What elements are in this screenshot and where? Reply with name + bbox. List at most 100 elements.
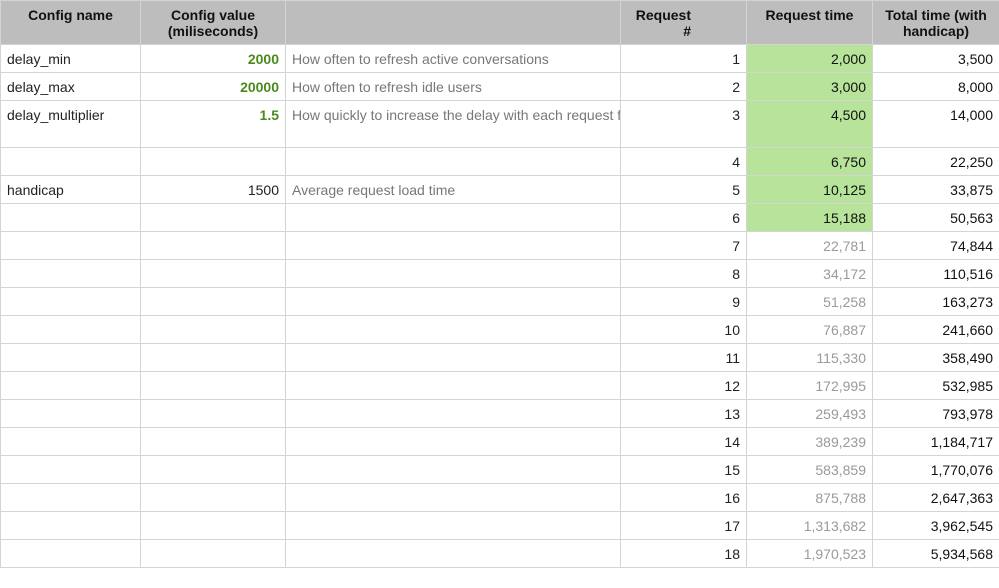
cell-request-num[interactable]: 5 (620, 175, 747, 204)
cell-config-name[interactable]: handicap (0, 175, 141, 204)
cell-config-value[interactable]: 1.5 (140, 100, 286, 148)
cell-request-num[interactable]: 3 (620, 100, 747, 148)
cell-config-value[interactable] (140, 371, 286, 400)
cell-config-name[interactable] (0, 287, 141, 316)
cell-config-value[interactable] (140, 539, 286, 568)
cell-request-num[interactable]: 2 (620, 72, 747, 101)
cell-request-num[interactable]: 9 (620, 287, 747, 316)
cell-total-time[interactable]: 358,490 (872, 343, 999, 372)
cell-request-time[interactable]: 51,258 (746, 287, 873, 316)
cell-request-time[interactable]: 10,125 (746, 175, 873, 204)
cell-request-time[interactable]: 15,188 (746, 203, 873, 232)
cell-total-time[interactable]: 3,500 (872, 44, 999, 73)
cell-config-name[interactable] (0, 259, 141, 288)
cell-description[interactable] (285, 343, 621, 372)
cell-total-time[interactable]: 1,184,717 (872, 427, 999, 456)
cell-request-num[interactable]: 6 (620, 203, 747, 232)
cell-config-value[interactable] (140, 399, 286, 428)
cell-request-time[interactable]: 4,500 (746, 100, 873, 148)
cell-request-time[interactable]: 259,493 (746, 399, 873, 428)
cell-total-time[interactable]: 241,660 (872, 315, 999, 344)
cell-config-value[interactable] (140, 203, 286, 232)
cell-request-time[interactable]: 583,859 (746, 455, 873, 484)
cell-request-time[interactable]: 22,781 (746, 231, 873, 260)
cell-request-num[interactable]: 12 (620, 371, 747, 400)
cell-config-name[interactable]: delay_multiplier (0, 100, 141, 148)
cell-request-time[interactable]: 1,313,682 (746, 511, 873, 540)
cell-config-name[interactable] (0, 483, 141, 512)
cell-request-num[interactable]: 10 (620, 315, 747, 344)
cell-request-num[interactable]: 17 (620, 511, 747, 540)
cell-description[interactable] (285, 427, 621, 456)
cell-description[interactable] (285, 511, 621, 540)
cell-config-name[interactable] (0, 511, 141, 540)
cell-request-time[interactable]: 389,239 (746, 427, 873, 456)
cell-description[interactable]: How often to refresh active conversation… (285, 44, 621, 73)
cell-request-num[interactable]: 1 (620, 44, 747, 73)
cell-config-value[interactable] (140, 343, 286, 372)
cell-total-time[interactable]: 1,770,076 (872, 455, 999, 484)
cell-config-name[interactable] (0, 399, 141, 428)
cell-request-num[interactable]: 4 (620, 147, 747, 176)
cell-request-num[interactable]: 16 (620, 483, 747, 512)
cell-total-time[interactable]: 5,934,568 (872, 539, 999, 568)
header-request-time[interactable]: Request time (746, 0, 873, 45)
cell-total-time[interactable]: 33,875 (872, 175, 999, 204)
cell-config-value[interactable]: 20000 (140, 72, 286, 101)
cell-total-time[interactable]: 50,563 (872, 203, 999, 232)
header-request-num[interactable]: Request # (620, 0, 747, 45)
cell-description[interactable] (285, 315, 621, 344)
cell-config-value[interactable]: 1500 (140, 175, 286, 204)
cell-config-value[interactable] (140, 483, 286, 512)
cell-config-name[interactable] (0, 147, 141, 176)
cell-request-num[interactable]: 11 (620, 343, 747, 372)
cell-description[interactable] (285, 371, 621, 400)
cell-description[interactable] (285, 287, 621, 316)
cell-description[interactable]: How often to refresh idle users (285, 72, 621, 101)
cell-request-time[interactable]: 6,750 (746, 147, 873, 176)
cell-request-time[interactable]: 172,995 (746, 371, 873, 400)
cell-request-time[interactable]: 3,000 (746, 72, 873, 101)
cell-config-value[interactable] (140, 455, 286, 484)
cell-request-time[interactable]: 1,970,523 (746, 539, 873, 568)
cell-config-value[interactable] (140, 315, 286, 344)
cell-request-time[interactable]: 34,172 (746, 259, 873, 288)
cell-request-time[interactable]: 2,000 (746, 44, 873, 73)
cell-total-time[interactable]: 163,273 (872, 287, 999, 316)
cell-config-name[interactable] (0, 455, 141, 484)
cell-description[interactable] (285, 483, 621, 512)
cell-config-value[interactable] (140, 511, 286, 540)
cell-total-time[interactable]: 22,250 (872, 147, 999, 176)
cell-request-num[interactable]: 8 (620, 259, 747, 288)
header-total-time[interactable]: Total time (with handicap) (872, 0, 999, 45)
cell-request-num[interactable]: 14 (620, 427, 747, 456)
cell-total-time[interactable]: 8,000 (872, 72, 999, 101)
cell-config-name[interactable] (0, 539, 141, 568)
cell-description[interactable] (285, 539, 621, 568)
cell-config-name[interactable] (0, 231, 141, 260)
cell-config-value[interactable] (140, 259, 286, 288)
cell-request-time[interactable]: 875,788 (746, 483, 873, 512)
header-description[interactable] (285, 0, 621, 45)
cell-total-time[interactable]: 2,647,363 (872, 483, 999, 512)
cell-total-time[interactable]: 532,985 (872, 371, 999, 400)
cell-request-num[interactable]: 13 (620, 399, 747, 428)
cell-description[interactable] (285, 147, 621, 176)
cell-request-time[interactable]: 76,887 (746, 315, 873, 344)
cell-description[interactable] (285, 203, 621, 232)
header-config-value[interactable]: Config value (miliseconds) (140, 0, 286, 45)
cell-total-time[interactable]: 3,962,545 (872, 511, 999, 540)
cell-config-value[interactable]: 2000 (140, 44, 286, 73)
cell-config-name[interactable] (0, 343, 141, 372)
cell-description[interactable] (285, 399, 621, 428)
cell-description[interactable] (285, 231, 621, 260)
cell-config-name[interactable]: delay_min (0, 44, 141, 73)
cell-request-time[interactable]: 115,330 (746, 343, 873, 372)
cell-request-num[interactable]: 18 (620, 539, 747, 568)
cell-config-name[interactable] (0, 203, 141, 232)
cell-request-num[interactable]: 15 (620, 455, 747, 484)
cell-config-value[interactable] (140, 287, 286, 316)
cell-description[interactable]: How quickly to increase the delay with e… (285, 100, 621, 148)
cell-config-value[interactable] (140, 147, 286, 176)
cell-config-name[interactable] (0, 371, 141, 400)
